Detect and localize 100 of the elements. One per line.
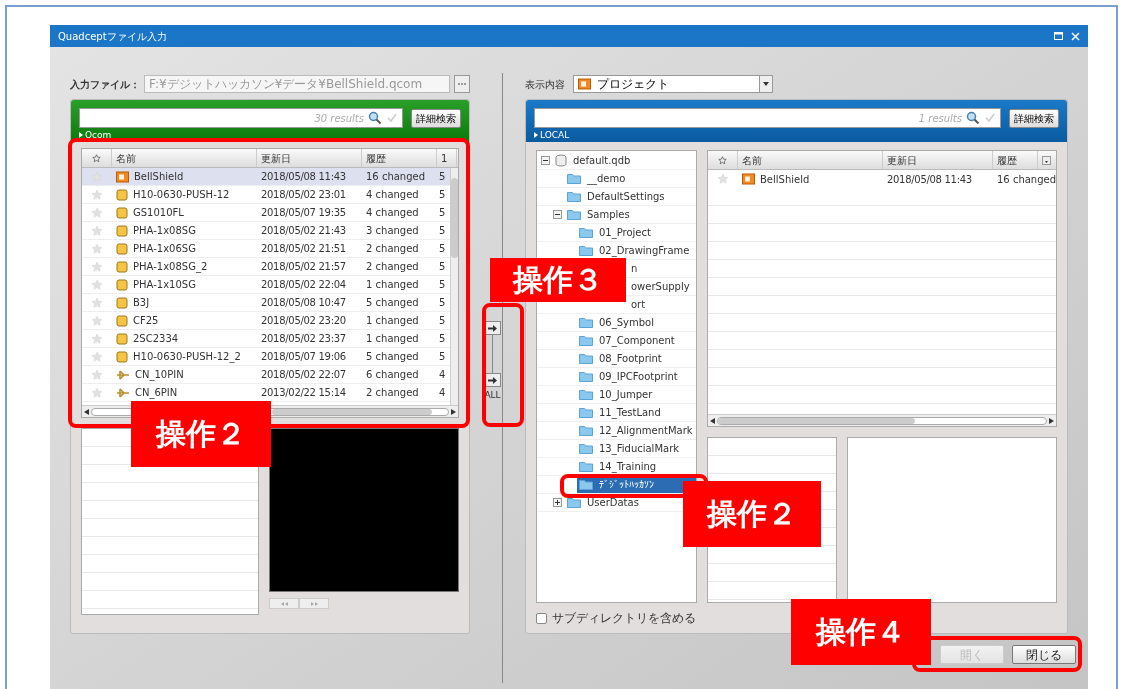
tree-item[interactable]: 07_Component — [577, 332, 683, 349]
tree-item[interactable]: __demo — [565, 170, 634, 187]
table-row[interactable]: BellShield 2018/05/08 11:43 16 changed — [708, 170, 1056, 188]
search-icon[interactable] — [966, 111, 980, 125]
folder-icon — [567, 209, 581, 220]
date-cell-text: 2018/05/02 23:20 — [260, 314, 347, 328]
chip-icon — [116, 242, 128, 255]
arrow-right-icon — [488, 376, 497, 384]
column-header[interactable]: 1 — [437, 149, 457, 167]
scrollbar-thumb[interactable] — [718, 417, 915, 424]
star-icon[interactable] — [91, 314, 103, 327]
advanced-search-button[interactable]: 詳細検索 — [411, 108, 461, 128]
table-row[interactable]: B3J 2018/05/08 10:47 5 changed 5 — [82, 294, 450, 312]
history-cell-text: 3 changed — [365, 224, 420, 238]
table-row[interactable]: H10-0630-PUSH-12 2018/05/02 23:01 4 changed 5 — [82, 186, 450, 204]
display-dropdown[interactable]: プロジェクト — [573, 75, 773, 93]
chip-icon — [116, 188, 128, 201]
table-row[interactable]: PHA-1x06SG 2018/05/02 21:51 2 changed 5 — [82, 240, 450, 258]
star-icon[interactable] — [91, 260, 103, 273]
star-icon[interactable] — [91, 224, 103, 237]
tree-item[interactable]: owerSupply — [629, 279, 692, 294]
table-row[interactable]: CF25 2018/05/02 23:20 1 changed 5 — [82, 312, 450, 330]
star-icon[interactable] — [717, 173, 729, 185]
tree-item[interactable]: n — [629, 261, 640, 276]
column-header[interactable]: 履歴 — [362, 149, 437, 167]
folder-icon — [579, 443, 593, 454]
maximize-icon[interactable] — [1054, 32, 1063, 40]
scroll-right-icon[interactable] — [1049, 417, 1054, 424]
column-header[interactable]: 更新日 — [257, 149, 362, 167]
star-icon[interactable] — [91, 350, 103, 363]
tree-item[interactable]: 11_TestLand — [577, 404, 669, 421]
tree-item[interactable]: default.qdb — [553, 152, 639, 169]
tree-item[interactable]: DefaultSettings — [565, 188, 673, 205]
chip-icon — [116, 206, 128, 219]
tree-item[interactable]: 12_AlignmentMark — [577, 422, 696, 439]
column-header[interactable]: 名前 — [112, 149, 257, 167]
table-cell-text: 5 — [438, 206, 447, 220]
triangle-icon — [534, 132, 538, 138]
check-icon[interactable] — [386, 112, 398, 124]
result-count: 1 results — [918, 111, 962, 126]
history-cell-text: 2 changed — [365, 242, 420, 256]
tree-item[interactable]: 13_FiducialMark — [577, 440, 688, 457]
table-row[interactable]: PHA-1x10SG 2018/05/02 22:04 1 changed 5 — [82, 276, 450, 294]
scroll-left-icon[interactable] — [84, 408, 89, 415]
check-icon[interactable] — [984, 112, 996, 124]
star-icon[interactable] — [91, 242, 103, 255]
tree-item[interactable]: 01_Project — [577, 224, 659, 241]
expand-icon[interactable] — [553, 498, 562, 507]
vertical-scrollbar[interactable] — [450, 168, 458, 405]
star-icon[interactable] — [91, 188, 103, 201]
folder-icon — [579, 479, 593, 490]
scrollbar-thumb[interactable] — [272, 408, 432, 415]
tree-item[interactable]: 02_DrawingFrame — [577, 242, 696, 259]
table-cell-text: 5 — [438, 296, 447, 310]
table-row[interactable]: CN_10PIN 2018/05/02 22:07 6 changed 4 — [82, 366, 450, 384]
tree-item[interactable]: 10_Jumper — [577, 386, 661, 403]
collapse-icon[interactable] — [553, 210, 562, 219]
scrollbar-thumb[interactable] — [451, 178, 458, 258]
source-label[interactable]: LOCAL — [540, 130, 570, 140]
tree-item[interactable]: ort — [629, 297, 648, 312]
table-row[interactable]: GS1010FL 2018/05/07 19:35 4 changed 5 — [82, 204, 450, 222]
column-header[interactable]: 履歴 — [993, 151, 1038, 169]
dialog-button[interactable]: 閉じる — [1012, 645, 1076, 664]
close-icon[interactable] — [1071, 31, 1080, 41]
star-icon[interactable] — [91, 296, 103, 309]
checkbox[interactable] — [536, 612, 547, 624]
table-row[interactable]: H10-0630-PUSH-12_2 2018/05/07 19:06 5 changed 5 — [82, 348, 450, 366]
source-label[interactable]: Qcom — [85, 130, 112, 140]
next-button[interactable] — [299, 598, 329, 609]
previous-button[interactable] — [269, 598, 299, 609]
star-icon[interactable] — [91, 386, 103, 399]
advanced-search-button[interactable]: 詳細検索 — [1009, 108, 1059, 128]
date-cell-text: 2018/05/02 23:01 — [260, 188, 347, 202]
name-cell-text: PHA-1x10SG — [133, 278, 196, 292]
table-row[interactable]: BellShield 2018/05/08 11:43 16 changed 5 — [82, 168, 450, 186]
tree-item[interactable]: UserDatas — [565, 494, 647, 511]
scroll-left-icon[interactable] — [710, 417, 715, 424]
star-icon[interactable] — [91, 332, 103, 345]
tree-item[interactable]: 14_Training — [577, 458, 665, 475]
scroll-right-icon[interactable] — [451, 408, 456, 415]
table-row[interactable]: 2SC2334 2018/05/02 23:37 1 changed 5 — [82, 330, 450, 348]
tree-item[interactable]: 09_IPCFootprint — [577, 368, 686, 385]
tree-item[interactable]: 06_Symbol — [577, 314, 662, 331]
table-cell-text: 5 — [438, 188, 447, 202]
tree-item[interactable]: Samples — [565, 206, 638, 223]
column-header[interactable]: 更新日 — [883, 151, 993, 169]
star-icon[interactable] — [91, 278, 103, 291]
table-row[interactable]: PHA-1x08SG_2 2018/05/02 21:57 2 changed 5 — [82, 258, 450, 276]
table-row[interactable]: PHA-1x08SG 2018/05/02 21:43 3 changed 5 — [82, 222, 450, 240]
horizontal-scrollbar[interactable] — [708, 414, 1056, 426]
date-cell-text: 2013/02/22 15:14 — [260, 386, 347, 400]
browse-button[interactable] — [454, 75, 470, 93]
collapse-icon[interactable] — [541, 156, 550, 165]
star-icon[interactable] — [91, 206, 103, 219]
search-icon[interactable] — [368, 111, 382, 125]
history-cell-text: 4 changed — [365, 188, 420, 202]
column-header[interactable]: 名前 — [738, 151, 883, 169]
star-icon[interactable] — [91, 368, 103, 381]
star-icon — [92, 153, 101, 163]
tree-item[interactable]: 08_Footprint — [577, 350, 670, 367]
